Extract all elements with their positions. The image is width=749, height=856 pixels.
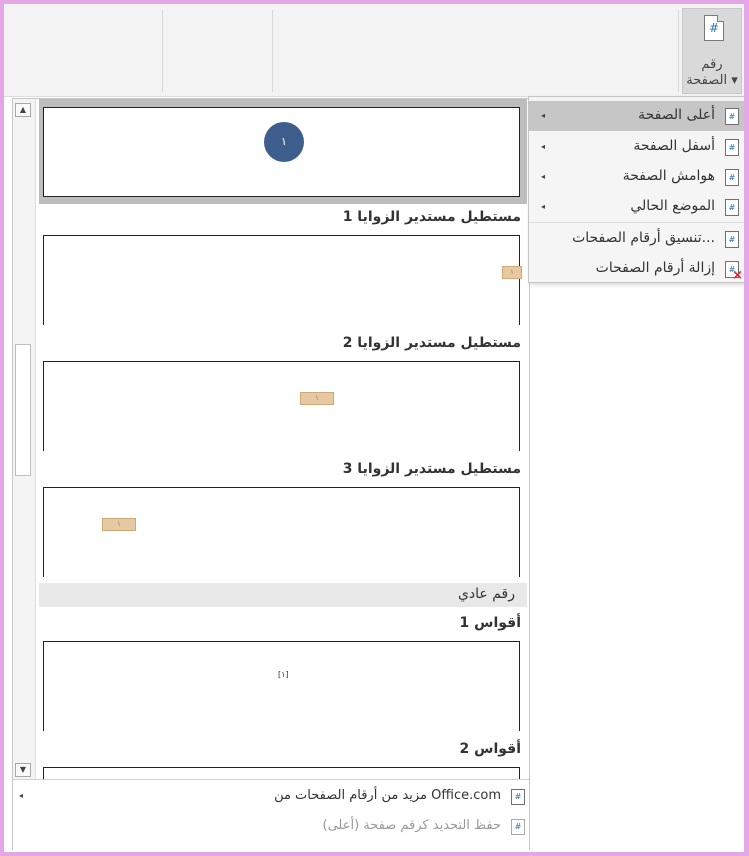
ribbon-divider <box>162 10 163 92</box>
menu-item-top-of-page[interactable]: # أعلى الصفحة ◂ <box>529 101 744 131</box>
gallery-item-brackets-1[interactable]: [١] <box>43 641 520 731</box>
gallery-list: ١ مستطيل مستدير الزوايا 1 ١ مستطيل مستدي… <box>39 99 529 779</box>
page-number-gallery: ▲ ▼ ١ مستطيل مستدير الزوايا 1 ١ مستطيل م… <box>12 98 530 850</box>
format-page-numbers-icon: # <box>725 231 739 248</box>
ribbon: # رقم الصفحة ▾ <box>4 4 744 97</box>
submenu-arrow-icon: ◂ <box>541 202 546 211</box>
page-number-tag: ١ <box>502 266 522 279</box>
gallery-item-rounded-rect-3[interactable]: ١ <box>43 487 520 577</box>
gallery-item-label: مستطيل مستدير الزوايا 3 <box>342 461 521 477</box>
page-number-tag: ١ <box>102 518 136 531</box>
gallery-item-rounded-rect-1[interactable]: ١ <box>43 235 522 325</box>
page-number-tag: ١ <box>300 392 334 405</box>
scrollbar-thumb[interactable] <box>15 344 31 476</box>
current-position-icon: # <box>725 199 739 216</box>
page-number-button[interactable]: # رقم الصفحة ▾ <box>682 8 742 94</box>
gallery-item-label: أقواس 2 <box>459 741 521 757</box>
word-window: # رقم الصفحة ▾ ▲ ▼ ١ مستطيل مستدير الزوا… <box>4 4 744 852</box>
save-selection-item: # حفظ التحديد كرقم صفحة (أعلى) <box>13 814 529 840</box>
menu-divider <box>529 222 744 223</box>
scroll-up-button[interactable]: ▲ <box>15 103 31 117</box>
submenu-arrow-icon: ◂ <box>19 791 24 800</box>
menu-item-bottom-of-page[interactable]: # أسفل الصفحة ◂ <box>529 132 744 162</box>
gallery-item-label: مستطيل مستدير الزوايا 2 <box>342 335 521 351</box>
menu-item-format-page-numbers[interactable]: # تنسيق أرقام الصفحات... <box>529 224 744 254</box>
submenu-arrow-icon: ◂ <box>541 142 546 151</box>
gallery-item-rounded-rect-2[interactable]: ١ <box>43 361 520 451</box>
menu-item-remove-page-numbers[interactable]: # إزالة أرقام الصفحات <box>529 254 744 284</box>
page-preview: ١ <box>43 107 520 197</box>
remove-page-numbers-icon: # <box>725 261 743 283</box>
page-number-circle: ١ <box>264 122 304 162</box>
gallery-item-label: مستطيل مستدير الزوايا 1 <box>342 209 521 225</box>
save-selection-icon: # <box>511 819 525 835</box>
page-margins-icon: # <box>725 169 739 186</box>
gallery-scrollbar[interactable]: ▲ ▼ <box>13 99 36 779</box>
gallery-item-label: أقواس 1 <box>459 615 521 631</box>
more-page-numbers-label: مزيد من أرقام الصفحات من Office.com <box>274 788 501 803</box>
scroll-down-button[interactable]: ▼ <box>15 763 31 777</box>
submenu-arrow-icon: ◂ <box>541 172 546 181</box>
office-online-icon: # <box>511 789 525 805</box>
page-number-icon: # <box>704 15 724 41</box>
page-number-submenu: # أعلى الصفحة ◂ # أسفل الصفحة ◂ # هوامش … <box>528 96 744 283</box>
more-page-numbers-item[interactable]: # مزيد من أرقام الصفحات من Office.com ◂ <box>13 784 529 810</box>
page-number-button-label: رقم <box>701 57 723 72</box>
submenu-arrow-icon: ◂ <box>541 111 546 120</box>
page-top-icon: # <box>725 108 739 125</box>
menu-item-page-margins[interactable]: # هوامش الصفحة ◂ <box>529 162 744 192</box>
page-number-button-label-dropdown: الصفحة ▾ <box>686 73 738 88</box>
gallery-category-header: رقم عادي <box>39 583 527 607</box>
ribbon-divider <box>678 10 679 92</box>
page-bottom-icon: # <box>725 139 739 156</box>
page-number-text: [١] <box>278 670 289 679</box>
save-selection-label: حفظ التحديد كرقم صفحة (أعلى) <box>322 818 502 833</box>
menu-item-current-position[interactable]: # الموضع الحالي ◂ <box>529 192 744 222</box>
gallery-item-selected[interactable]: ١ <box>39 99 527 204</box>
gallery-footer: # مزيد من أرقام الصفحات من Office.com ◂ … <box>13 779 529 850</box>
gallery-item-brackets-2[interactable] <box>43 767 520 779</box>
ribbon-divider <box>272 10 273 92</box>
